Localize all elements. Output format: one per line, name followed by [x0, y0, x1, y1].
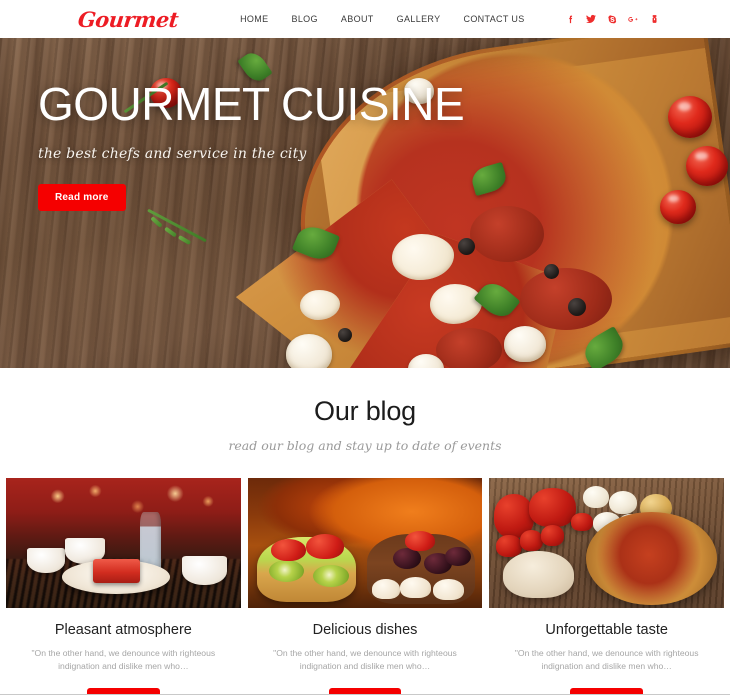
baked-pizza — [585, 511, 717, 606]
blog-card-image[interactable] — [489, 478, 725, 608]
blog-card[interactable]: Unforgettable taste "On the other hand, … — [489, 478, 725, 695]
strawberry — [271, 539, 307, 562]
cherry-tomato — [668, 96, 712, 138]
dessert-shape — [92, 558, 140, 584]
blog-section-subtitle: read our blog and stay up to date of eve… — [228, 438, 502, 453]
cream-dollop — [400, 576, 431, 598]
red-pepper — [529, 488, 577, 528]
mushroom — [504, 326, 546, 362]
strawberry — [306, 533, 344, 559]
site-header: Gourmet HOME BLOG ABOUT GALLERY CONTACT … — [0, 0, 730, 38]
twitter-icon[interactable] — [585, 13, 597, 26]
olive — [338, 328, 352, 342]
blog-card-excerpt: "On the other hand, we denounce with rig… — [31, 648, 216, 672]
facebook-icon[interactable] — [564, 13, 576, 26]
olive — [544, 264, 559, 279]
blog-card-title: Pleasant atmosphere — [54, 622, 192, 638]
tomato — [571, 513, 593, 532]
nav-about[interactable]: ABOUT — [341, 14, 374, 24]
kiwi-slice — [313, 565, 349, 588]
strawberry — [404, 531, 436, 551]
salami-slice — [436, 328, 502, 368]
blog-section: Our blog read our blog and stay up to da… — [0, 368, 730, 695]
tomato-on-vine — [540, 524, 565, 546]
blog-card-image[interactable] — [6, 478, 241, 608]
hero-subtitle: the best chefs and service in the city — [38, 146, 307, 163]
blog-card-title: Delicious dishes — [312, 622, 418, 638]
blog-card[interactable]: Pleasant atmosphere "On the other hand, … — [6, 478, 241, 695]
nav-home[interactable]: HOME — [240, 14, 268, 24]
youtube-icon[interactable] — [648, 13, 660, 26]
social-links — [564, 13, 660, 26]
tomato-on-vine — [519, 530, 544, 551]
hero-read-more-button[interactable]: Read more — [38, 184, 126, 212]
berry — [444, 546, 471, 567]
nav-blog[interactable]: BLOG — [291, 14, 317, 24]
blog-card-excerpt: "On the other hand, we denounce with rig… — [273, 648, 457, 672]
mushroom — [286, 334, 332, 368]
dough-ball — [503, 550, 574, 598]
salami-slice — [520, 268, 612, 330]
hero-title: GOURMET CUISINE — [38, 78, 465, 130]
blog-cards-row: Pleasant atmosphere "On the other hand, … — [0, 478, 730, 695]
cup-shape — [182, 556, 227, 585]
blog-section-title: Our blog — [314, 396, 416, 426]
cream-dollop — [372, 579, 401, 599]
google-plus-icon[interactable] — [627, 13, 639, 26]
skype-icon[interactable] — [606, 13, 618, 26]
olive — [568, 298, 586, 316]
olive — [458, 238, 475, 255]
hero-content: GOURMET CUISINE the best chefs and servi… — [38, 78, 465, 212]
site-logo[interactable]: Gourmet — [77, 7, 180, 32]
cup-shape — [27, 548, 65, 573]
blog-card[interactable]: Delicious dishes "On the other hand, we … — [247, 478, 483, 695]
hero-banner: GOURMET CUISINE the best chefs and servi… — [0, 38, 730, 368]
nav-gallery[interactable]: GALLERY — [397, 14, 441, 24]
mushroom — [583, 485, 610, 508]
cherry-tomato — [686, 146, 728, 186]
nav-contact-us[interactable]: CONTACT US — [463, 14, 524, 24]
main-navigation: HOME BLOG ABOUT GALLERY CONTACT US — [240, 14, 525, 24]
blog-card-excerpt: "On the other hand, we denounce with rig… — [514, 648, 699, 672]
blog-card-title: Unforgettable taste — [545, 622, 668, 638]
salami-slice — [470, 206, 544, 262]
blog-card-image[interactable] — [247, 478, 483, 608]
kiwi-slice — [268, 559, 304, 582]
cream-dollop — [433, 579, 464, 601]
mushroom — [609, 491, 638, 515]
cherry-tomato — [660, 190, 696, 224]
